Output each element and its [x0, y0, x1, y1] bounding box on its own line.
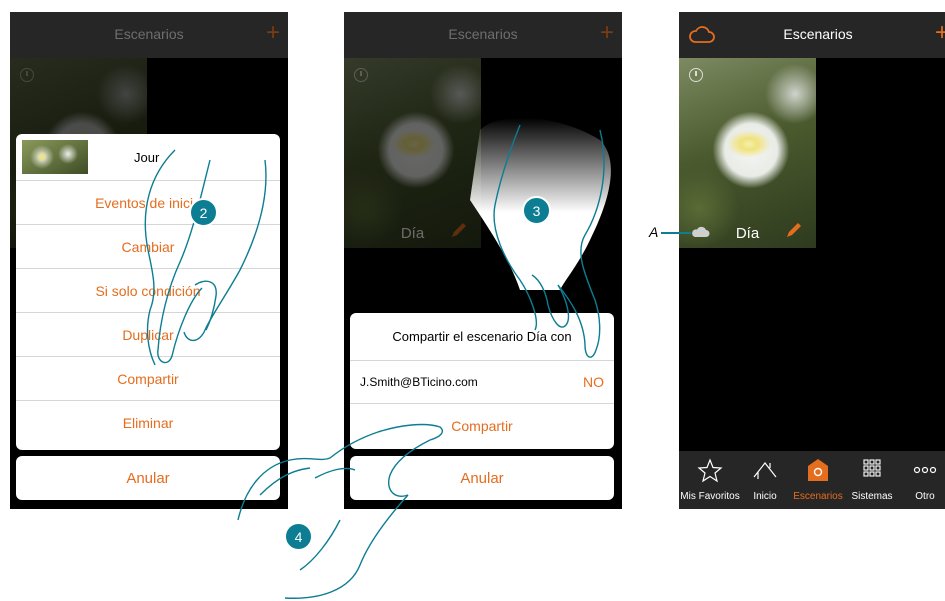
- add-icon[interactable]: +: [266, 21, 280, 45]
- menu-item-duplicate[interactable]: Duplicar: [16, 313, 280, 357]
- clock-icon: [20, 68, 34, 82]
- more-icon: [913, 466, 937, 474]
- house-icon: [753, 462, 777, 479]
- screen-2: Escenarios + Día Compartir el escenario …: [344, 12, 622, 509]
- callout-label-a: A: [649, 224, 659, 240]
- add-icon[interactable]: +: [935, 21, 945, 45]
- clock-icon: [689, 68, 703, 82]
- menu-item-delete[interactable]: Eliminar: [16, 401, 280, 445]
- share-dialog: Compartir el escenario Día con J.Smith@B…: [350, 313, 614, 449]
- menu-item-condition[interactable]: Si solo condición: [16, 269, 280, 313]
- callout-line: [661, 232, 691, 234]
- scenario-tile[interactable]: Día: [344, 58, 481, 248]
- cancel-button[interactable]: Anular: [350, 456, 614, 500]
- menu-item-change[interactable]: Cambiar: [16, 225, 280, 269]
- scenario-thumbnail: [22, 140, 88, 174]
- page-title: Escenarios: [448, 26, 518, 42]
- page-title: Escenarios: [114, 26, 184, 42]
- clock-icon: [354, 68, 368, 82]
- tab-other[interactable]: Otro: [897, 451, 945, 509]
- step-2-badge: 2: [189, 198, 218, 227]
- page-title: Escenarios: [783, 26, 853, 42]
- share-user-row: J.Smith@BTicino.com NO: [350, 361, 614, 404]
- tab-label: Otro: [915, 491, 935, 502]
- scenario-tile[interactable]: Día: [679, 58, 816, 248]
- screen-1: Escenarios + Jour Eventos de inicio Camb…: [10, 12, 288, 509]
- step-4-badge: 4: [284, 522, 313, 551]
- grid-icon: [863, 459, 881, 477]
- menu-item-share[interactable]: Compartir: [16, 357, 280, 401]
- top-bar: Escenarios +: [10, 12, 288, 58]
- add-icon[interactable]: +: [600, 21, 614, 45]
- share-button[interactable]: Compartir: [350, 404, 614, 448]
- scenario-name: Jour: [134, 149, 160, 165]
- edit-pencil-icon[interactable]: [784, 220, 804, 240]
- menu-header: Jour: [16, 134, 280, 181]
- tab-bar: Mis Favoritos Inicio Escenarios Sistemas…: [679, 451, 945, 509]
- tab-favorites[interactable]: Mis Favoritos: [680, 451, 740, 509]
- step-3-badge: 3: [522, 196, 551, 225]
- edit-pencil-icon[interactable]: [449, 220, 469, 240]
- share-dialog-title: Compartir el escenario Día con: [350, 313, 614, 361]
- star-icon: [697, 458, 723, 483]
- top-bar: Escenarios +: [679, 12, 945, 58]
- menu-item-start-events[interactable]: Eventos de inicio: [16, 181, 280, 225]
- scenario-menu: Jour Eventos de inicio Cambiar Si solo c…: [16, 134, 280, 450]
- user-email: J.Smith@BTicino.com: [360, 375, 478, 389]
- top-bar: Escenarios +: [344, 12, 622, 58]
- screen-3: Escenarios + Día Mis Favoritos Inicio Es…: [679, 12, 945, 509]
- share-toggle[interactable]: NO: [583, 374, 604, 390]
- scenarios-icon: [808, 459, 828, 481]
- cancel-button[interactable]: Anular: [16, 456, 280, 500]
